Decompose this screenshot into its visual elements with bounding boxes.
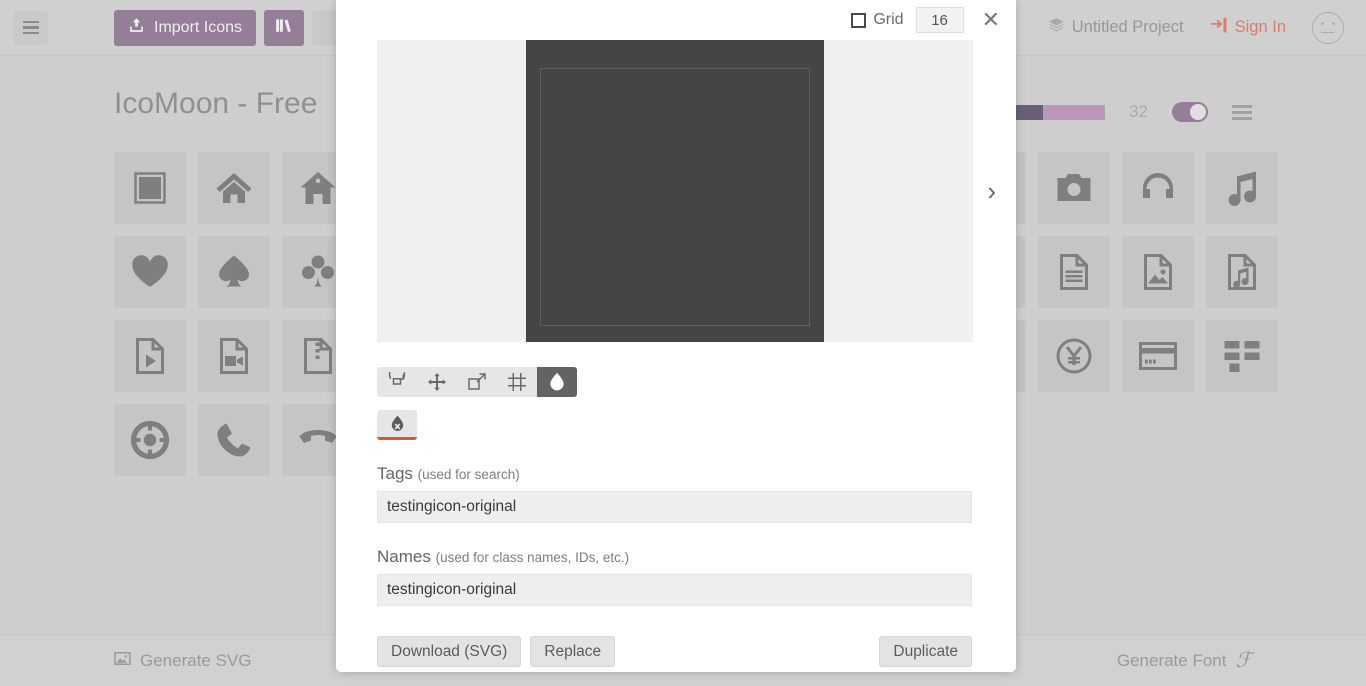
scale-icon[interactable] (457, 367, 497, 397)
names-input[interactable] (377, 574, 972, 606)
move-icon[interactable] (417, 367, 457, 397)
names-hint: (used for class names, IDs, etc.) (435, 550, 630, 565)
tags-label: Tags (used for search) (377, 464, 972, 484)
grid-label: Grid (873, 11, 904, 28)
modal-button-row: Download (SVG) Replace Duplicate (377, 636, 972, 667)
color-subtool-row (377, 410, 1016, 440)
close-icon[interactable]: ✕ (980, 9, 1002, 31)
crop-icon[interactable] (497, 367, 537, 397)
duplicate-button[interactable]: Duplicate (879, 636, 972, 667)
preview-square-icon (526, 40, 824, 342)
replace-button[interactable]: Replace (530, 636, 616, 667)
rotate-icon[interactable] (377, 367, 417, 397)
droplet-remove-icon[interactable] (377, 410, 417, 440)
names-label-text: Names (377, 547, 431, 566)
grid-checkbox-row[interactable]: Grid (851, 11, 904, 29)
tags-hint: (used for search) (417, 467, 520, 482)
download-svg-button[interactable]: Download (SVG) (377, 636, 522, 667)
modal-header: Grid ✕ (336, 0, 1016, 40)
droplet-icon[interactable] (537, 367, 577, 397)
names-field-block: Names (used for class names, IDs, etc.) (377, 547, 972, 606)
icon-preview-canvas[interactable]: › (377, 40, 996, 342)
grid-checkbox[interactable] (851, 12, 867, 28)
icon-edit-modal: Grid ✕ › (336, 0, 1016, 672)
tags-input[interactable] (377, 491, 972, 523)
edit-tool-row (377, 367, 577, 397)
grid-size-input[interactable] (915, 7, 964, 33)
tags-label-text: Tags (377, 464, 413, 483)
preview-icon-inner-outline (540, 68, 810, 326)
tags-field-block: Tags (used for search) (377, 464, 972, 523)
chevron-right-icon[interactable]: › (987, 178, 996, 204)
names-label: Names (used for class names, IDs, etc.) (377, 547, 972, 567)
